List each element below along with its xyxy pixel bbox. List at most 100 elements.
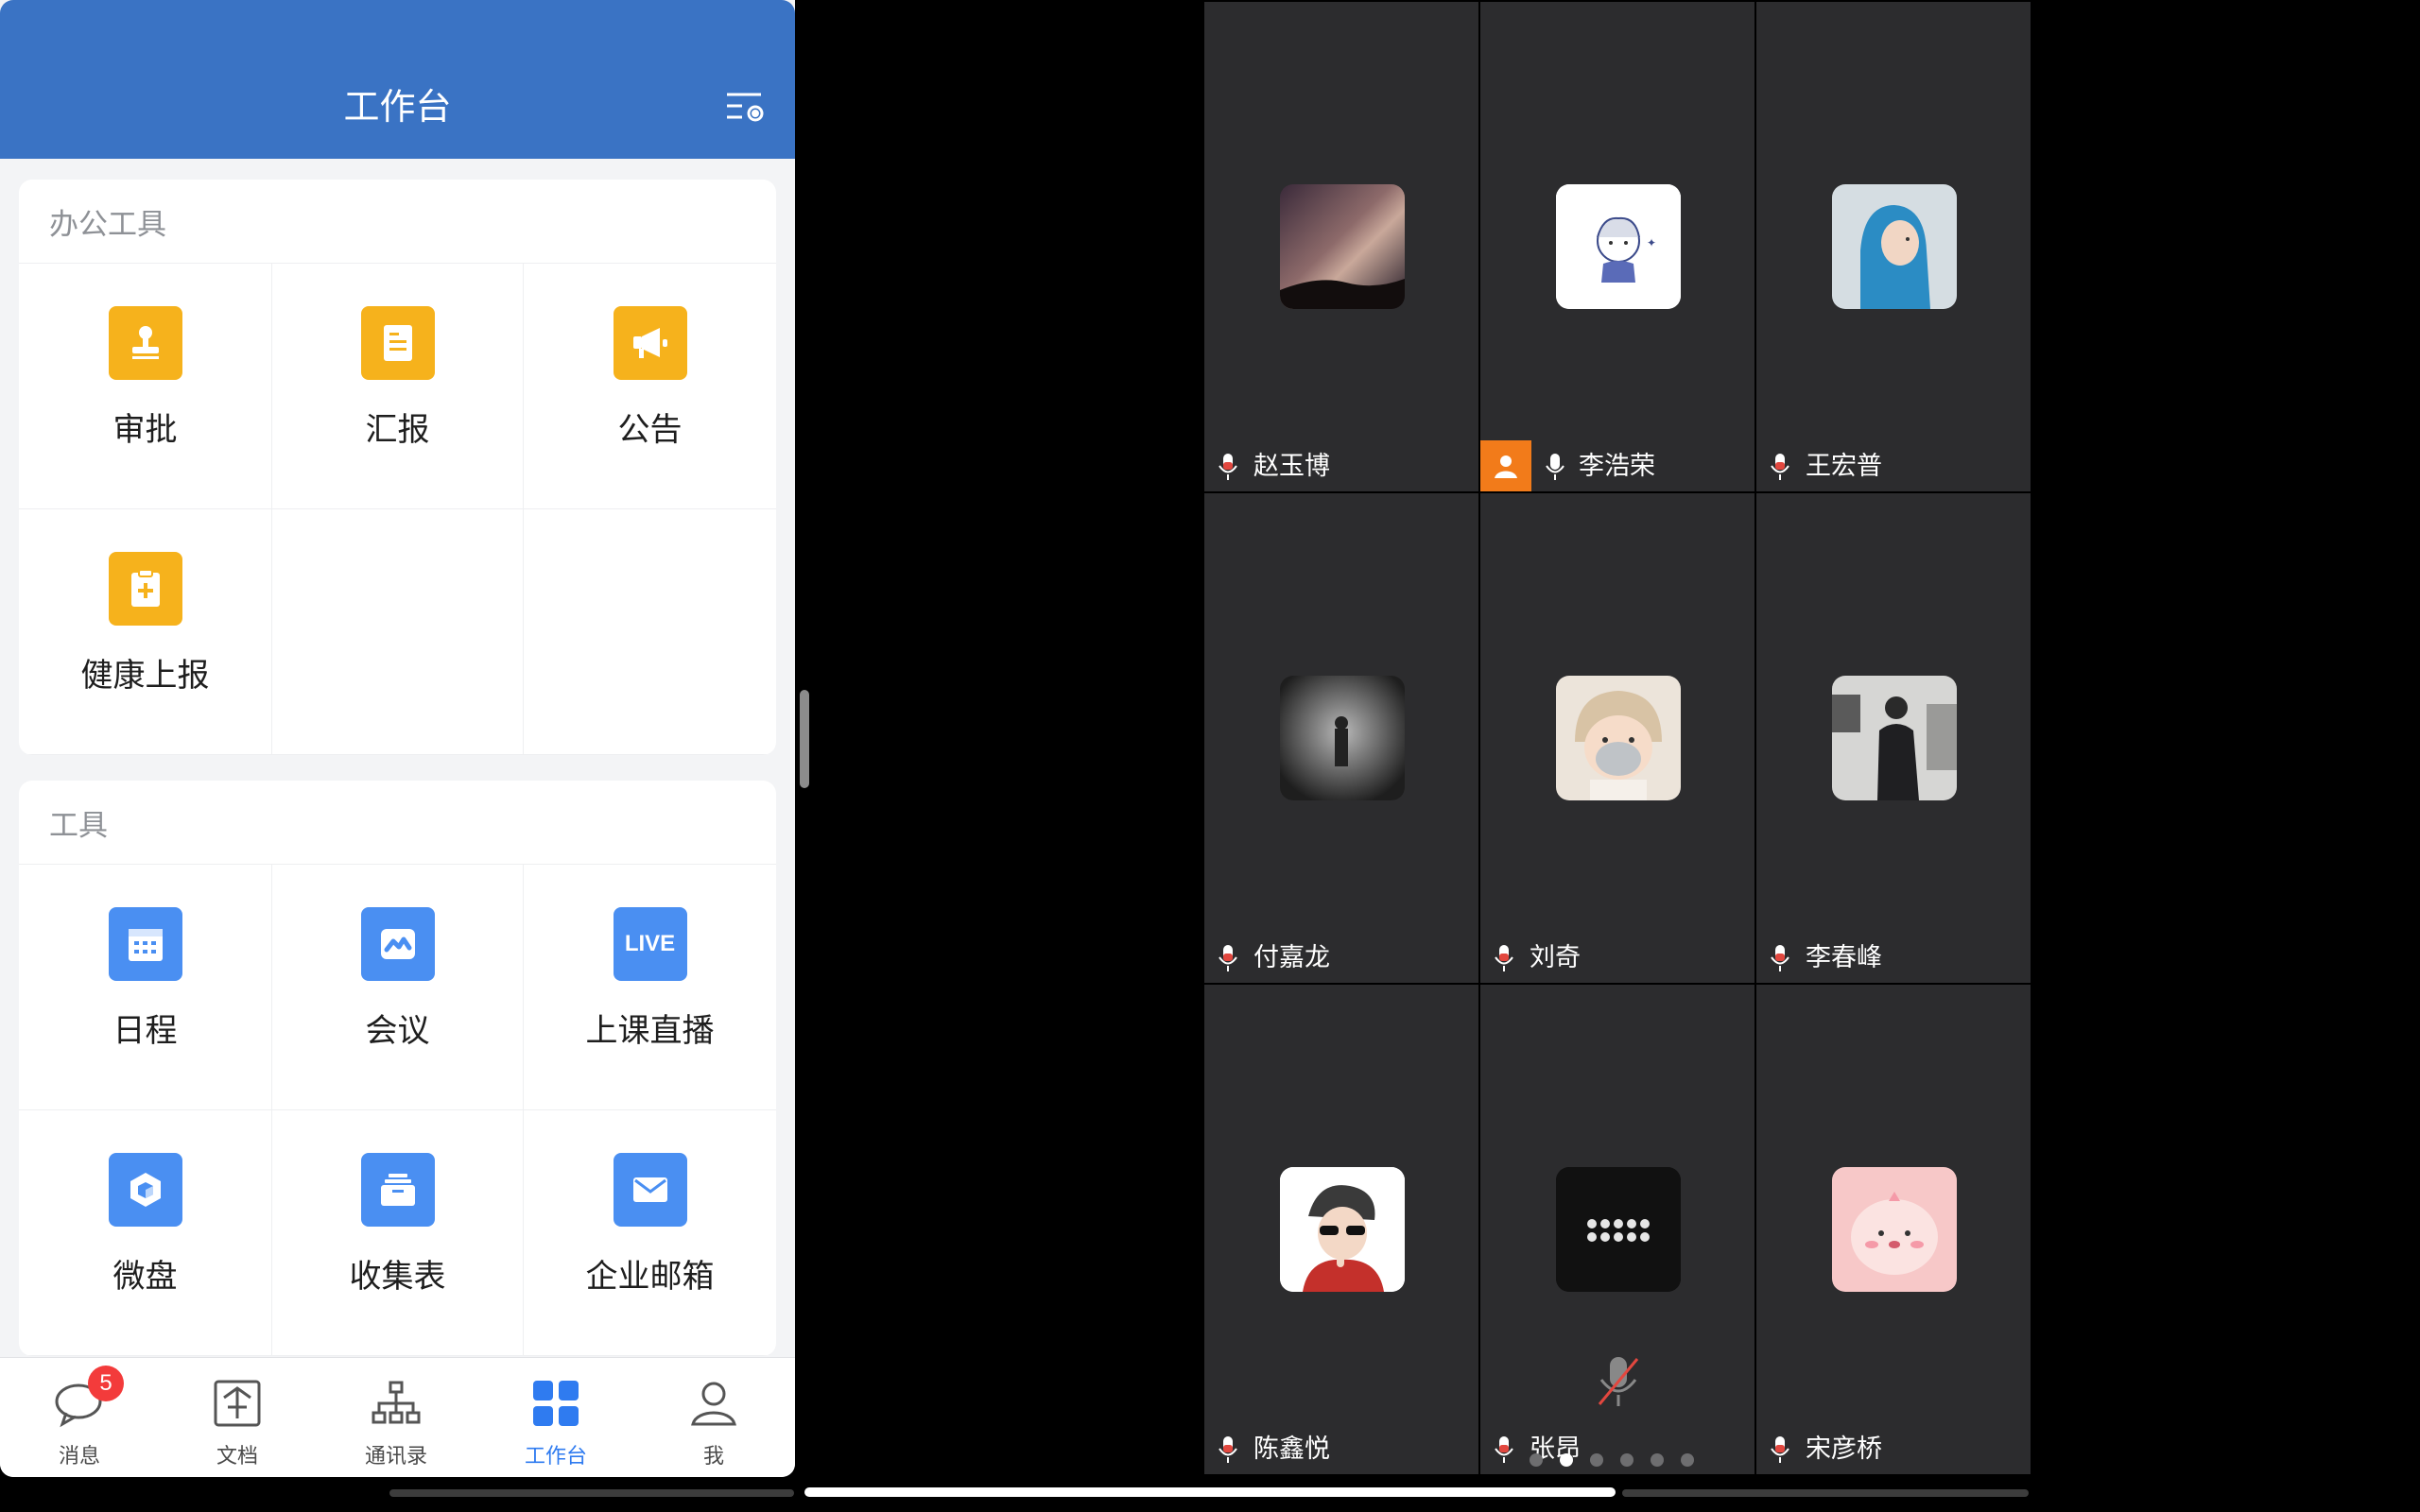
app-label: 企业邮箱 — [585, 1258, 715, 1296]
meeting-icon — [360, 907, 435, 981]
app-approval[interactable]: 审批 — [19, 264, 272, 509]
empty-cell — [272, 509, 524, 755]
participant-name: 李浩荣 — [1579, 452, 1655, 481]
participant-name: 陈鑫悦 — [1253, 1435, 1330, 1464]
app-live-class[interactable]: LIVE 上课直播 — [524, 865, 776, 1110]
microphone-icon — [1218, 1435, 1238, 1465]
page-dot-active[interactable] — [1560, 1453, 1573, 1467]
app-health-report[interactable]: 健康上报 — [19, 509, 272, 755]
microphone-icon — [1494, 943, 1514, 973]
unread-badge: 5 — [88, 1366, 124, 1401]
tab-label: 工作台 — [524, 1445, 587, 1469]
participant-tile[interactable]: 赵玉博 — [1204, 2, 1478, 491]
tab-label: 文档 — [216, 1445, 258, 1469]
tab-documents[interactable]: 文档 — [185, 1358, 289, 1477]
empty-cell — [524, 509, 776, 755]
tab-label: 通讯录 — [364, 1445, 427, 1469]
tab-me[interactable]: 我 — [662, 1358, 766, 1477]
tab-workbench[interactable]: 工作台 — [504, 1358, 608, 1477]
participant-tile[interactable]: 张昂 — [1480, 985, 1754, 1474]
app-drive[interactable]: 微盘 — [19, 1110, 272, 1356]
section-title: 工具 — [19, 781, 776, 865]
app-label: 汇报 — [365, 411, 430, 449]
participant-name: 王宏普 — [1806, 452, 1882, 481]
participant-name: 付嘉龙 — [1253, 943, 1330, 972]
drive-cube-icon — [108, 1153, 182, 1227]
meeting-video-grid: 赵玉博 ✦ 李浩荣 王宏普 付嘉龙 刘奇 李春峰 陈鑫悦 张昂 宋彦桥 — [1202, 0, 2032, 1477]
avatar: ✦ — [1556, 184, 1681, 309]
page-dot[interactable] — [1530, 1453, 1543, 1467]
microphone-icon — [1545, 452, 1565, 482]
participant-name: 宋彦桥 — [1806, 1435, 1882, 1464]
microphone-icon — [1770, 452, 1790, 482]
app-schedule[interactable]: 日程 — [19, 865, 272, 1110]
app-announcement[interactable]: 公告 — [524, 264, 776, 509]
avatar — [1832, 184, 1957, 309]
avatar — [1832, 1167, 1957, 1292]
page-dot[interactable] — [1651, 1453, 1664, 1467]
avatar — [1280, 1167, 1405, 1292]
app-label: 日程 — [112, 1012, 178, 1050]
participant-tile[interactable]: 刘奇 — [1480, 493, 1754, 983]
participant-tile[interactable]: 宋彦桥 — [1756, 985, 2031, 1474]
bottom-tab-bar: 5 消息 文档 通讯录 工作台 我 — [0, 1357, 795, 1477]
app-meeting[interactable]: 会议 — [272, 865, 524, 1110]
participant-name: 赵玉博 — [1253, 452, 1330, 481]
tab-label: 消息 — [58, 1445, 100, 1469]
participant-tile[interactable]: 李春峰 — [1756, 493, 2031, 983]
report-document-icon — [360, 306, 435, 380]
participant-name: 刘奇 — [1530, 943, 1581, 972]
app-label: 收集表 — [349, 1258, 446, 1296]
participant-name: 李春峰 — [1806, 943, 1882, 972]
person-icon — [687, 1377, 740, 1430]
participant-tile[interactable]: 陈鑫悦 — [1204, 985, 1478, 1474]
mail-icon — [613, 1153, 687, 1227]
participant-tile[interactable]: ✦ 李浩荣 — [1480, 2, 1754, 491]
page-dot[interactable] — [1590, 1453, 1603, 1467]
app-label: 健康上报 — [80, 657, 210, 695]
svg-text:✦: ✦ — [1647, 236, 1656, 249]
microphone-icon — [1770, 943, 1790, 973]
health-clipboard-icon — [108, 552, 182, 626]
stamp-icon — [108, 306, 182, 380]
avatar — [1280, 676, 1405, 800]
avatar — [1556, 1167, 1681, 1292]
header-bar: 工作台 — [0, 0, 795, 159]
app-collect-form[interactable]: 收集表 — [272, 1110, 524, 1356]
tab-contacts[interactable]: 通讯录 — [344, 1358, 448, 1477]
microphone-icon — [1218, 943, 1238, 973]
tools-card: 工具 日程 会议 LIVE 上课直播 微盘 收集表 企业邮箱 — [19, 781, 776, 1356]
app-label: 微盘 — [112, 1258, 178, 1296]
page-dot[interactable] — [1620, 1453, 1634, 1467]
app-enterprise-mail[interactable]: 企业邮箱 — [524, 1110, 776, 1356]
megaphone-icon — [613, 306, 687, 380]
live-icon: LIVE — [613, 907, 687, 981]
participant-tile[interactable]: 付嘉龙 — [1204, 493, 1478, 983]
split-view-divider-handle[interactable] — [800, 690, 809, 788]
app-label: 审批 — [112, 411, 178, 449]
collect-form-icon — [360, 1153, 435, 1227]
list-settings-icon[interactable] — [725, 89, 767, 130]
office-tools-card: 办公工具 审批 汇报 公告 健康上报 — [19, 180, 776, 755]
calendar-icon — [108, 907, 182, 981]
avatar — [1280, 184, 1405, 309]
avatar — [1832, 676, 1957, 800]
app-label: 公告 — [617, 411, 683, 449]
app-report[interactable]: 汇报 — [272, 264, 524, 509]
home-indicator[interactable] — [804, 1487, 1616, 1497]
document-icon — [211, 1377, 264, 1430]
app-label: 会议 — [365, 1012, 430, 1050]
page-title: 工作台 — [343, 86, 452, 128]
host-badge — [1480, 440, 1531, 491]
page-dot[interactable] — [1681, 1453, 1694, 1467]
org-chart-icon — [370, 1377, 423, 1430]
avatar — [1556, 676, 1681, 800]
tab-label: 我 — [702, 1445, 724, 1469]
app-label: 上课直播 — [585, 1012, 715, 1050]
microphone-icon — [1770, 1435, 1790, 1465]
tab-messages[interactable]: 5 消息 — [27, 1358, 131, 1477]
participant-tile[interactable]: 王宏普 — [1756, 2, 2031, 491]
workbench-grid-icon — [529, 1377, 582, 1430]
wecom-workbench-pane: 工作台 办公工具 审批 汇报 公告 健康上报 工具 日程 会议 LIVE 上课直… — [0, 0, 795, 1477]
muted-microphone-icon — [1596, 1353, 1641, 1410]
